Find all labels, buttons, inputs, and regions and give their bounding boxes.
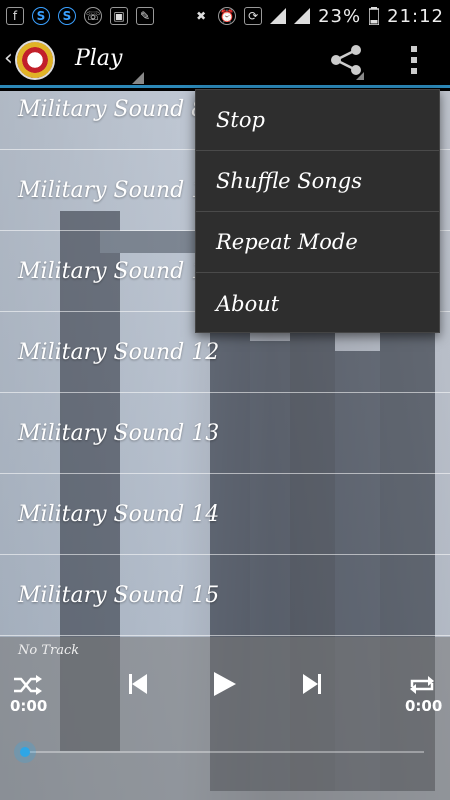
overflow-menu-icon[interactable] [404,44,424,76]
previous-icon[interactable] [128,673,148,695]
signal-icon [294,8,311,24]
list-item[interactable]: Military Sound 15 [0,555,450,636]
sync-icon: ⟳ [244,7,263,25]
battery-percent: 23% [318,5,362,27]
song-title: Military Sound 14 [18,501,220,527]
song-title: Military Sound 12 [18,339,220,365]
repeat-icon[interactable] [408,673,436,697]
shuffle-icon[interactable] [12,673,42,697]
skype-icon: S [58,7,76,25]
clipboard-icon: ✎ [136,7,154,25]
menu-item-repeat-mode[interactable]: Repeat Mode [196,212,439,273]
menu-item-shuffle-songs[interactable]: Shuffle Songs [196,151,439,212]
spinner-indicator-icon [132,72,144,84]
status-bar: f S S ☏ ▣ ✎ ✖ ⏰ ⟳ 23% 21:12 [0,0,450,32]
page-title: Play [75,46,123,71]
track-label: No Track [18,643,80,658]
overflow-dot [411,46,417,52]
system-icons: ✖ ⏰ ⟳ 23% 21:12 [192,6,444,27]
song-title: Military Sound 8 [18,97,206,122]
next-icon[interactable] [302,673,322,695]
share-dropdown-indicator-icon [356,72,364,80]
song-title: Military Sound 11 [18,258,220,284]
menu-item-about[interactable]: About [196,273,439,334]
menu-item-label: Shuffle Songs [216,169,363,193]
app-logo[interactable] [15,40,55,80]
menu-item-label: Stop [216,108,265,132]
back-chevron-icon[interactable]: ‹ [4,46,13,71]
action-bar: ‹ Play [0,32,450,88]
song-title: Military Sound 15 [18,582,220,608]
whatsapp-icon: ☏ [84,7,102,25]
overflow-dot [411,57,417,63]
facebook-icon: f [6,7,24,25]
menu-item-label: Repeat Mode [216,230,358,254]
song-title: Military Sound 13 [18,420,220,446]
overflow-dot [411,68,417,74]
elapsed-time: 0:00 [10,697,48,715]
seek-thumb[interactable] [20,747,30,757]
menu-item-label: About [216,291,280,316]
mute-icon: ✖ [196,9,207,23]
seek-bar[interactable] [24,751,424,753]
list-item[interactable]: Military Sound 14 [0,474,450,555]
battery-icon [369,7,380,25]
duration-time: 0:00 [405,697,443,715]
gallery-icon: ▣ [110,7,128,25]
play-icon[interactable] [212,671,238,697]
overflow-popup-menu: Stop Shuffle Songs Repeat Mode About [195,89,440,333]
player-controls: No Track 0:00 0:00 [0,637,450,800]
status-time: 21:12 [387,5,444,27]
signal-icon [270,8,287,24]
menu-item-stop[interactable]: Stop [196,90,439,151]
list-item[interactable]: Military Sound 13 [0,393,450,474]
alarm-icon: ⏰ [218,7,237,25]
skype-icon: S [32,7,50,25]
notification-icons: f S S ☏ ▣ ✎ [6,7,154,25]
song-title: Military Sound 10 [18,177,220,203]
